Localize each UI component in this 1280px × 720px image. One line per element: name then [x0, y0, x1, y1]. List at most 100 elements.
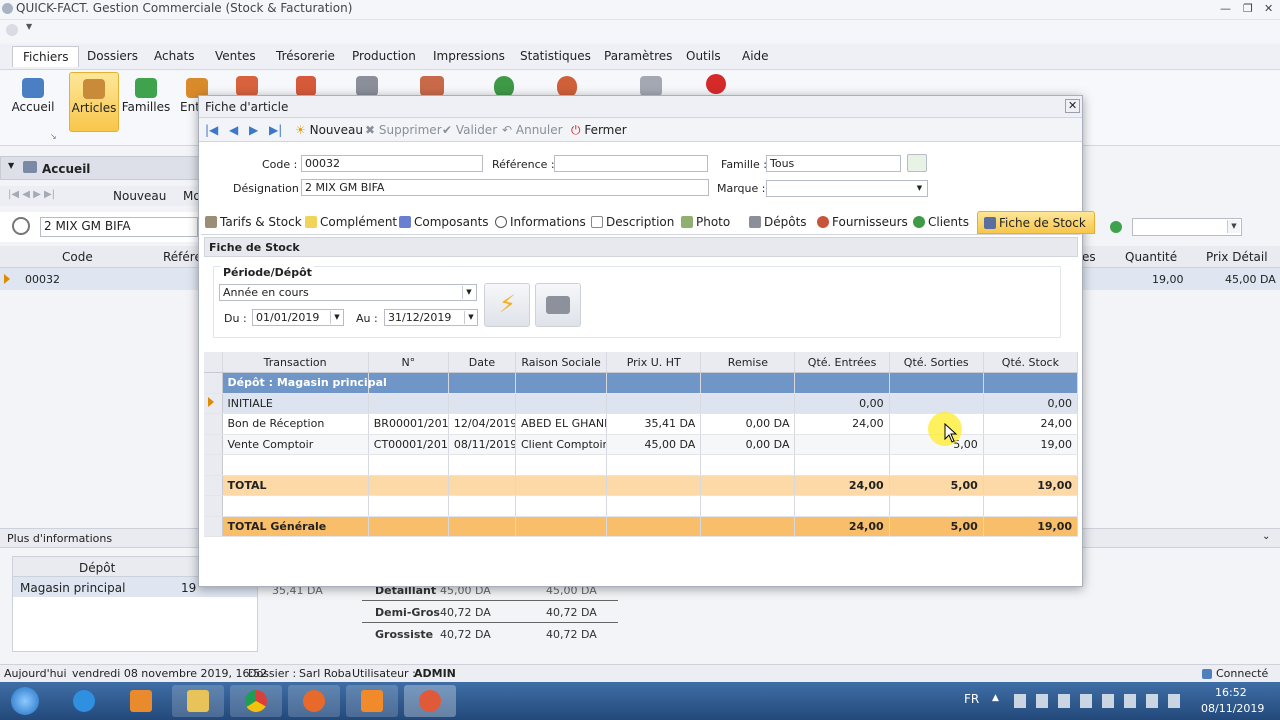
tab-fiche-de-stock[interactable]: Fiche de Stock: [977, 211, 1095, 234]
chevron-down-icon[interactable]: ⌄: [1262, 531, 1270, 542]
row-selector[interactable]: [204, 393, 223, 414]
ribbon-expand-icon[interactable]: ↘: [50, 132, 57, 141]
designation-field[interactable]: 2 MIX GM BIFA: [301, 179, 709, 196]
tray-arrow-icon[interactable]: ▲: [992, 693, 999, 703]
menu-tresorerie[interactable]: Trésorerie: [276, 49, 335, 63]
bg-col-prix-detail[interactable]: Prix Détail: [1206, 250, 1268, 264]
tab-fournisseurs[interactable]: Fournisseurs: [817, 215, 908, 229]
col-qte-stock[interactable]: Qté. Stock: [983, 352, 1079, 373]
tab-clients[interactable]: Clients: [913, 215, 969, 229]
menu-dossiers[interactable]: Dossiers: [87, 49, 138, 63]
language-indicator[interactable]: FR: [964, 692, 979, 706]
col-prix-ht[interactable]: Prix U. HT: [606, 352, 702, 373]
col-raison-sociale[interactable]: Raison Sociale: [515, 352, 608, 373]
fermer-button[interactable]: ⏻ Fermer: [571, 123, 627, 138]
col-remise[interactable]: Remise: [700, 352, 796, 373]
menu-statistiques[interactable]: Statistiques: [520, 49, 591, 63]
power-icon[interactable]: [706, 74, 726, 94]
tray-icons[interactable]: [1014, 694, 1184, 708]
menu-achats[interactable]: Achats: [154, 49, 195, 63]
dialog-close-icon[interactable]: ✕: [1065, 99, 1081, 113]
row-selector[interactable]: [204, 372, 223, 394]
chevron-down-icon[interactable]: ▼: [464, 311, 477, 324]
menu-ventes[interactable]: Ventes: [215, 49, 256, 63]
ribbon-icon-2[interactable]: [296, 76, 316, 96]
qat-dropdown-icon[interactable]: ▼: [26, 22, 32, 31]
total-general-row[interactable]: TOTAL Générale 24,00 5,00 19,00: [204, 516, 1079, 537]
qat-circle-icon[interactable]: [6, 24, 18, 36]
row-selector[interactable]: [204, 413, 223, 435]
bg-col-quantite[interactable]: Quantité: [1125, 250, 1177, 264]
valider-button[interactable]: ✔ Valider: [442, 123, 497, 137]
bg-grid-row[interactable]: 00032: [0, 268, 200, 290]
menu-fichiers[interactable]: Fichiers: [12, 46, 80, 67]
bg-nouveau-button[interactable]: Nouveau: [113, 189, 166, 203]
tab-informations[interactable]: Informations: [495, 215, 586, 229]
restore-icon[interactable]: ❐: [1243, 2, 1253, 15]
famille-field[interactable]: Tous: [766, 155, 901, 172]
first-record-icon[interactable]: |◀: [205, 123, 218, 137]
famille-add-icon[interactable]: [907, 154, 927, 172]
refresh-icon[interactable]: [1110, 221, 1122, 233]
menu-production[interactable]: Production: [352, 49, 416, 63]
code-field[interactable]: 00032: [301, 155, 483, 172]
col-qte-sorties[interactable]: Qté. Sorties: [889, 352, 984, 373]
chevron-down-icon[interactable]: ▼: [913, 182, 926, 195]
taskbar-chrome[interactable]: [230, 685, 282, 717]
row-selector[interactable]: [204, 454, 223, 476]
taskbar-media[interactable]: [115, 685, 167, 717]
ribbon-icon-4[interactable]: [420, 76, 444, 96]
tab-description[interactable]: Description: [591, 215, 674, 229]
supprimer-button[interactable]: ✖ Supprimer: [365, 123, 442, 137]
taskbar-quickfact[interactable]: [404, 685, 456, 717]
col-transaction[interactable]: Transaction: [222, 352, 369, 373]
col-date[interactable]: Date: [448, 352, 517, 373]
bg-right-select[interactable]: ▼: [1132, 218, 1242, 236]
annuler-button[interactable]: ↶ Annuler: [502, 123, 563, 137]
tab-tarifs-stock[interactable]: Tarifs & Stock: [205, 215, 302, 229]
search-icon[interactable]: [12, 217, 30, 235]
tab-depots[interactable]: Dépôts: [749, 215, 807, 229]
next-record-icon[interactable]: ▶: [249, 123, 258, 137]
chevron-down-icon[interactable]: ▼: [1227, 220, 1240, 233]
prev-record-icon[interactable]: ◀: [229, 123, 238, 137]
marque-select[interactable]: [766, 180, 928, 197]
clock-date[interactable]: 08/11/2019: [1201, 702, 1264, 715]
last-record-icon[interactable]: ▶|: [269, 123, 282, 137]
nouveau-button[interactable]: ☀ Nouveau: [295, 123, 363, 137]
periode-select[interactable]: Année en cours: [219, 284, 477, 301]
bg-col-es[interactable]: es: [1082, 250, 1096, 264]
table-row[interactable]: INITIALE 0,00 0,00: [204, 393, 1079, 414]
menu-aide[interactable]: Aide: [742, 49, 769, 63]
taskbar-ie[interactable]: [58, 685, 110, 717]
chevron-down-icon[interactable]: ▼: [330, 311, 343, 324]
tab-photo[interactable]: Photo: [681, 215, 730, 229]
minimize-icon[interactable]: —: [1220, 2, 1231, 15]
print-button[interactable]: [535, 283, 581, 327]
start-button[interactable]: [0, 685, 50, 717]
row-selector[interactable]: [204, 495, 223, 517]
total-row[interactable]: TOTAL 24,00 5,00 19,00: [204, 475, 1079, 496]
generate-button[interactable]: ⚡: [484, 283, 530, 327]
chevron-down-icon[interactable]: ▼: [462, 286, 475, 299]
tab-composants[interactable]: Composants: [399, 215, 489, 229]
menu-parametres[interactable]: Paramètres: [604, 49, 672, 63]
bg-col-code[interactable]: Code: [62, 250, 93, 264]
menu-impressions[interactable]: Impressions: [433, 49, 505, 63]
ribbon-icon-1[interactable]: [236, 76, 258, 96]
row-selector[interactable]: [204, 434, 223, 455]
bg-search-input[interactable]: 2 MIX GM BIFA: [40, 217, 198, 237]
bg-right-row[interactable]: 19,00 45,00 DA: [1080, 268, 1280, 290]
col-qte-entrees[interactable]: Qté. Entrées: [794, 352, 890, 373]
table-row[interactable]: [204, 454, 1079, 476]
tab-complement[interactable]: Complément: [305, 215, 397, 229]
group-row[interactable]: Dépôt : Magasin principal: [204, 372, 1079, 394]
articles-button[interactable]: Articles: [69, 72, 119, 132]
table-row[interactable]: [204, 495, 1079, 517]
col-numero[interactable]: N°: [368, 352, 449, 373]
accueil-button[interactable]: Accueil: [8, 72, 58, 132]
row-selector[interactable]: [204, 516, 223, 537]
collapse-icon[interactable]: ▼: [8, 161, 14, 170]
ribbon-icon-7[interactable]: [640, 76, 662, 96]
taskbar-explorer[interactable]: [172, 685, 224, 717]
